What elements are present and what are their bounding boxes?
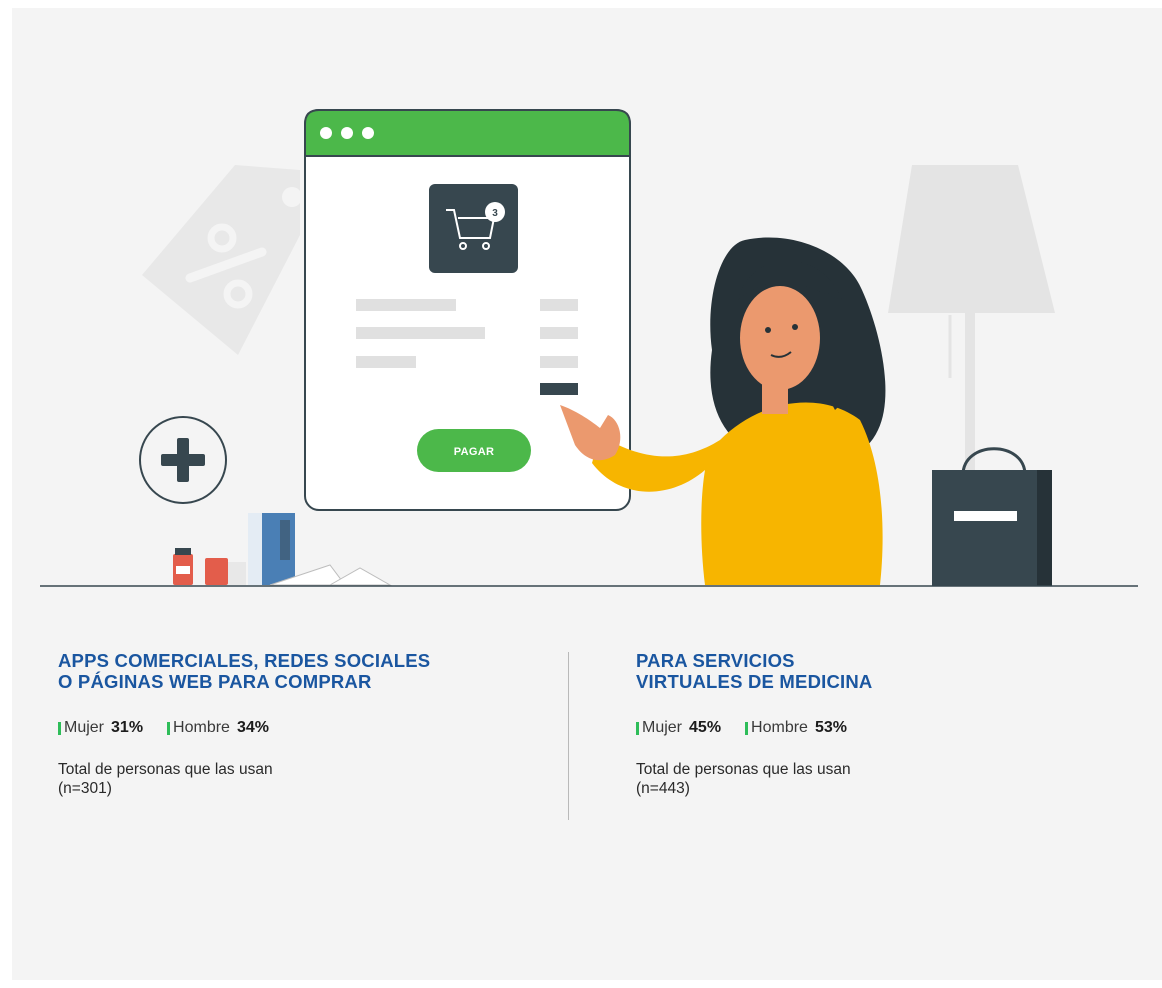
women-stat: Mujer 45%: [636, 719, 721, 737]
men-stat: Hombre 34%: [167, 719, 269, 737]
heading-line: VIRTUALES DE MEDICINA: [636, 671, 873, 692]
section-heading: APPS COMERCIALES, REDES SOCIALES O PÁGIN…: [58, 650, 528, 692]
heading-line: O PÁGINAS WEB PARA COMPRAR: [58, 671, 372, 692]
women-label: Mujer: [642, 719, 683, 736]
section-heading: PARA SERVICIOS VIRTUALES DE MEDICINA: [636, 650, 1106, 692]
pay-button-label: PAGAR: [454, 446, 494, 458]
women-label: Mujer: [64, 719, 105, 736]
green-marker-icon: [58, 721, 61, 735]
men-label: Hombre: [751, 719, 808, 736]
men-label: Hombre: [173, 719, 230, 736]
women-percentage: 31%: [111, 719, 144, 736]
gender-percentages: Mujer 31% Hombre 34%: [58, 718, 528, 738]
shopping-apps-stat: APPS COMERCIALES, REDES SOCIALES O PÁGIN…: [58, 650, 528, 798]
heading-line: APPS COMERCIALES, REDES SOCIALES: [58, 650, 431, 671]
pay-button: PAGAR: [417, 429, 531, 472]
women-percentage: 45%: [689, 719, 722, 736]
sample-size: (n=443): [636, 780, 690, 797]
sample-size: (n=301): [58, 780, 112, 797]
online-shopping-illustration: 3 PAGAR: [40, 109, 1138, 587]
total-label: Total de personas que las usan: [58, 761, 273, 778]
green-marker-icon: [745, 721, 749, 735]
total-users-note: Total de personas que las usan (n=443): [636, 760, 1106, 798]
virtual-medicine-stat: PARA SERVICIOS VIRTUALES DE MEDICINA Muj…: [636, 650, 1106, 798]
discount-tag-icon: [142, 165, 302, 355]
stats-section: APPS COMERCIALES, REDES SOCIALES O PÁGIN…: [0, 650, 1162, 850]
gender-percentages: Mujer 45% Hombre 53%: [636, 718, 1106, 738]
total-users-note: Total de personas que las usan (n=301): [58, 760, 528, 798]
shopping-bag-icon: [932, 447, 1052, 586]
medicine-items: [173, 513, 392, 586]
men-stat: Hombre 53%: [745, 719, 847, 737]
cart-icon: 3: [429, 184, 518, 273]
green-marker-icon: [636, 721, 639, 735]
men-percentage: 53%: [814, 719, 847, 736]
heading-line: PARA SERVICIOS: [636, 650, 795, 671]
green-marker-icon: [167, 721, 171, 735]
total-label: Total de personas que las usan: [636, 761, 851, 778]
women-stat: Mujer 31%: [58, 719, 143, 737]
plus-circle-icon: [139, 416, 227, 504]
men-percentage: 34%: [236, 719, 269, 736]
cart-badge-count: 3: [492, 208, 498, 219]
